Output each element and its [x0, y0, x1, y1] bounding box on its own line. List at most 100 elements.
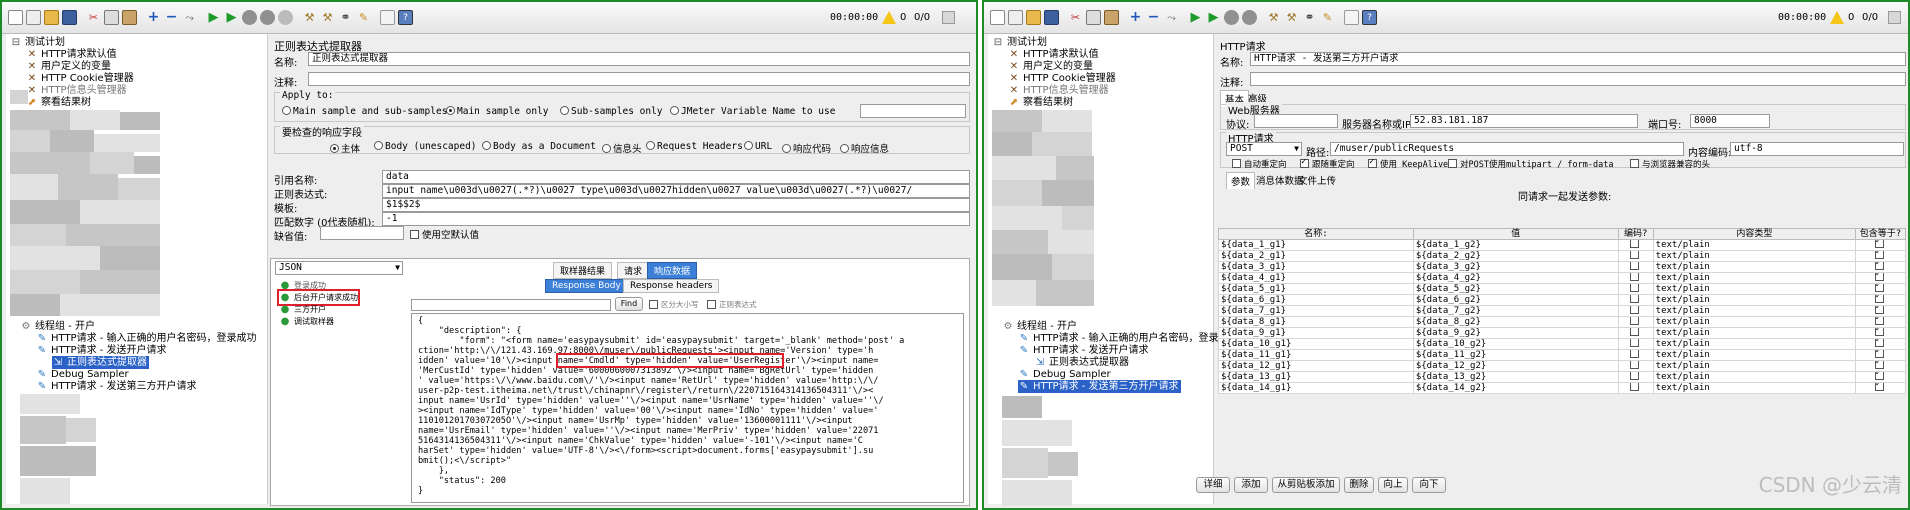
jmeter-var-name-field[interactable]: [860, 104, 966, 118]
param-value-cell[interactable]: ${data_8_g2}: [1412, 316, 1619, 328]
name-field[interactable]: 正则表达式提取器: [308, 52, 970, 66]
param-encode-cell[interactable]: [1617, 272, 1654, 284]
case-sensitive-checkbox[interactable]: 区分大小写: [649, 299, 699, 310]
param-value-cell[interactable]: ${data_4_g2}: [1412, 272, 1619, 284]
check-url-radio[interactable]: URL: [744, 141, 772, 152]
param-name-cell[interactable]: ${data_1_g1}: [1218, 239, 1414, 251]
param-encode-cell[interactable]: [1617, 360, 1654, 372]
param-value-cell[interactable]: ${data_3_g2}: [1412, 261, 1619, 273]
auto-redirect-checkbox[interactable]: 自动重定向: [1232, 158, 1287, 170]
param-type-cell[interactable]: text/plain: [1652, 371, 1857, 383]
param-include-equals-cell[interactable]: [1855, 371, 1906, 383]
column-name[interactable]: 名称:: [1218, 228, 1414, 240]
name-field[interactable]: HTTP请求 - 发送第三方开户请求: [1250, 52, 1906, 66]
table-row[interactable]: ${data_11_g1} ${data_11_g2} text/plain: [1218, 349, 1906, 361]
param-include-equals-cell[interactable]: [1855, 283, 1906, 295]
include-equals-checkbox[interactable]: [1874, 306, 1884, 314]
help-icon[interactable]: ?: [398, 10, 413, 25]
param-type-cell[interactable]: text/plain: [1652, 283, 1857, 295]
param-encode-cell[interactable]: [1617, 283, 1654, 295]
param-include-equals-cell[interactable]: [1855, 316, 1906, 328]
renderer-select[interactable]: JSON ▼: [275, 261, 403, 275]
table-row[interactable]: ${data_5_g1} ${data_5_g2} text/plain: [1218, 283, 1906, 295]
param-name-cell[interactable]: ${data_6_g1}: [1218, 294, 1414, 306]
param-include-equals-cell[interactable]: [1855, 360, 1906, 372]
encode-checkbox[interactable]: [1629, 295, 1639, 303]
param-encode-cell[interactable]: [1617, 250, 1654, 262]
param-value-cell[interactable]: ${data_5_g2}: [1412, 283, 1619, 295]
param-value-cell[interactable]: ${data_1_g2}: [1412, 239, 1619, 251]
clear-all-icon[interactable]: ⚒: [1284, 10, 1299, 25]
browser-headers-checkbox[interactable]: 与浏览器兼容的头: [1630, 158, 1710, 170]
include-equals-checkbox[interactable]: [1874, 262, 1884, 270]
param-encode-cell[interactable]: [1617, 294, 1654, 306]
encode-checkbox[interactable]: [1629, 372, 1639, 380]
encoding-field[interactable]: utf-8: [1730, 142, 1904, 156]
param-name-cell[interactable]: ${data_14_g1}: [1218, 382, 1414, 394]
encode-checkbox[interactable]: [1629, 273, 1639, 281]
param-encode-cell[interactable]: [1617, 338, 1654, 350]
param-include-equals-cell[interactable]: [1855, 272, 1906, 284]
check-body-document-radio[interactable]: Body as a Document: [482, 141, 596, 152]
tree-node-results-tree[interactable]: ⬈ 察看结果树: [1008, 96, 1073, 109]
table-row[interactable]: ${data_13_g1} ${data_13_g2} text/plain: [1218, 371, 1906, 383]
default-field[interactable]: [320, 226, 404, 240]
start-no-pause-icon[interactable]: ▶: [1206, 10, 1221, 25]
tab-response-headers[interactable]: Response headers: [623, 279, 720, 293]
column-include-equals[interactable]: 包含等于?: [1855, 228, 1906, 240]
start-icon[interactable]: ▶: [206, 10, 221, 25]
ref-name-field[interactable]: data: [382, 170, 970, 184]
encode-checkbox[interactable]: [1629, 251, 1639, 259]
expand-icon[interactable]: +: [146, 10, 161, 25]
param-include-equals-cell[interactable]: [1855, 294, 1906, 306]
param-encode-cell[interactable]: [1617, 316, 1654, 328]
add-from-clipboard-button[interactable]: 从剪贴板添加: [1272, 477, 1340, 493]
encode-checkbox[interactable]: [1629, 306, 1639, 314]
tree-node-third-party-request[interactable]: ✎ HTTP请求 - 发送第三方开户请求: [36, 380, 197, 393]
response-body-text[interactable]: { "description": { "form": "<form name='…: [411, 313, 964, 503]
param-encode-cell[interactable]: [1617, 382, 1654, 394]
remote-stop-icon[interactable]: [278, 10, 293, 25]
param-value-cell[interactable]: ${data_11_g2}: [1412, 349, 1619, 361]
param-name-cell[interactable]: ${data_13_g1}: [1218, 371, 1414, 383]
start-icon[interactable]: ▶: [1188, 10, 1203, 25]
apply-main-only-radio[interactable]: Main sample only: [446, 106, 549, 117]
param-type-cell[interactable]: text/plain: [1652, 250, 1857, 262]
include-equals-checkbox[interactable]: [1874, 273, 1884, 281]
param-name-cell[interactable]: ${data_7_g1}: [1218, 305, 1414, 317]
open-icon[interactable]: [1026, 10, 1041, 25]
tab-response-body[interactable]: Response Body: [545, 279, 628, 293]
param-type-cell[interactable]: text/plain: [1652, 360, 1857, 372]
param-name-cell[interactable]: ${data_3_g1}: [1218, 261, 1414, 273]
check-response-code-radio[interactable]: 响应代码: [782, 141, 831, 155]
result-item-debug[interactable]: ● 调试取样器: [279, 315, 334, 328]
param-type-cell[interactable]: text/plain: [1652, 338, 1857, 350]
column-value[interactable]: 值: [1412, 228, 1619, 240]
multipart-checkbox[interactable]: 对POST使用multipart / form-data: [1448, 158, 1613, 170]
open-icon[interactable]: [44, 10, 59, 25]
table-row[interactable]: ${data_8_g1} ${data_8_g2} text/plain: [1218, 316, 1906, 328]
save-icon[interactable]: [1044, 10, 1059, 25]
param-include-equals-cell[interactable]: [1855, 327, 1906, 339]
tree-node-third-party-request[interactable]: ✎ HTTP请求 - 发送第三方开户请求: [1018, 380, 1181, 393]
search-icon[interactable]: ⚭: [1302, 10, 1317, 25]
encode-checkbox[interactable]: [1629, 383, 1639, 391]
cut-icon[interactable]: ✂: [1068, 10, 1083, 25]
regex-field[interactable]: input name\u003d\u0027(.*?)\u0027 type\u…: [382, 184, 970, 198]
table-row[interactable]: ${data_3_g1} ${data_3_g2} text/plain: [1218, 261, 1906, 273]
check-response-message-radio[interactable]: 响应信息: [840, 141, 889, 155]
param-name-cell[interactable]: ${data_12_g1}: [1218, 360, 1414, 372]
include-equals-checkbox[interactable]: [1874, 284, 1884, 292]
include-equals-checkbox[interactable]: [1874, 328, 1884, 336]
param-value-cell[interactable]: ${data_6_g2}: [1412, 294, 1619, 306]
copy-icon[interactable]: [104, 10, 119, 25]
templates-icon[interactable]: [1008, 10, 1023, 25]
table-row[interactable]: ${data_6_g1} ${data_6_g2} text/plain: [1218, 294, 1906, 306]
table-row[interactable]: ${data_7_g1} ${data_7_g2} text/plain: [1218, 305, 1906, 317]
comment-field[interactable]: [1250, 72, 1906, 86]
param-value-cell[interactable]: ${data_10_g2}: [1412, 338, 1619, 350]
param-include-equals-cell[interactable]: [1855, 239, 1906, 251]
move-up-button[interactable]: 向上: [1378, 477, 1408, 493]
regex-checkbox[interactable]: 正则表达式: [707, 299, 757, 310]
comment-field[interactable]: [308, 72, 970, 86]
